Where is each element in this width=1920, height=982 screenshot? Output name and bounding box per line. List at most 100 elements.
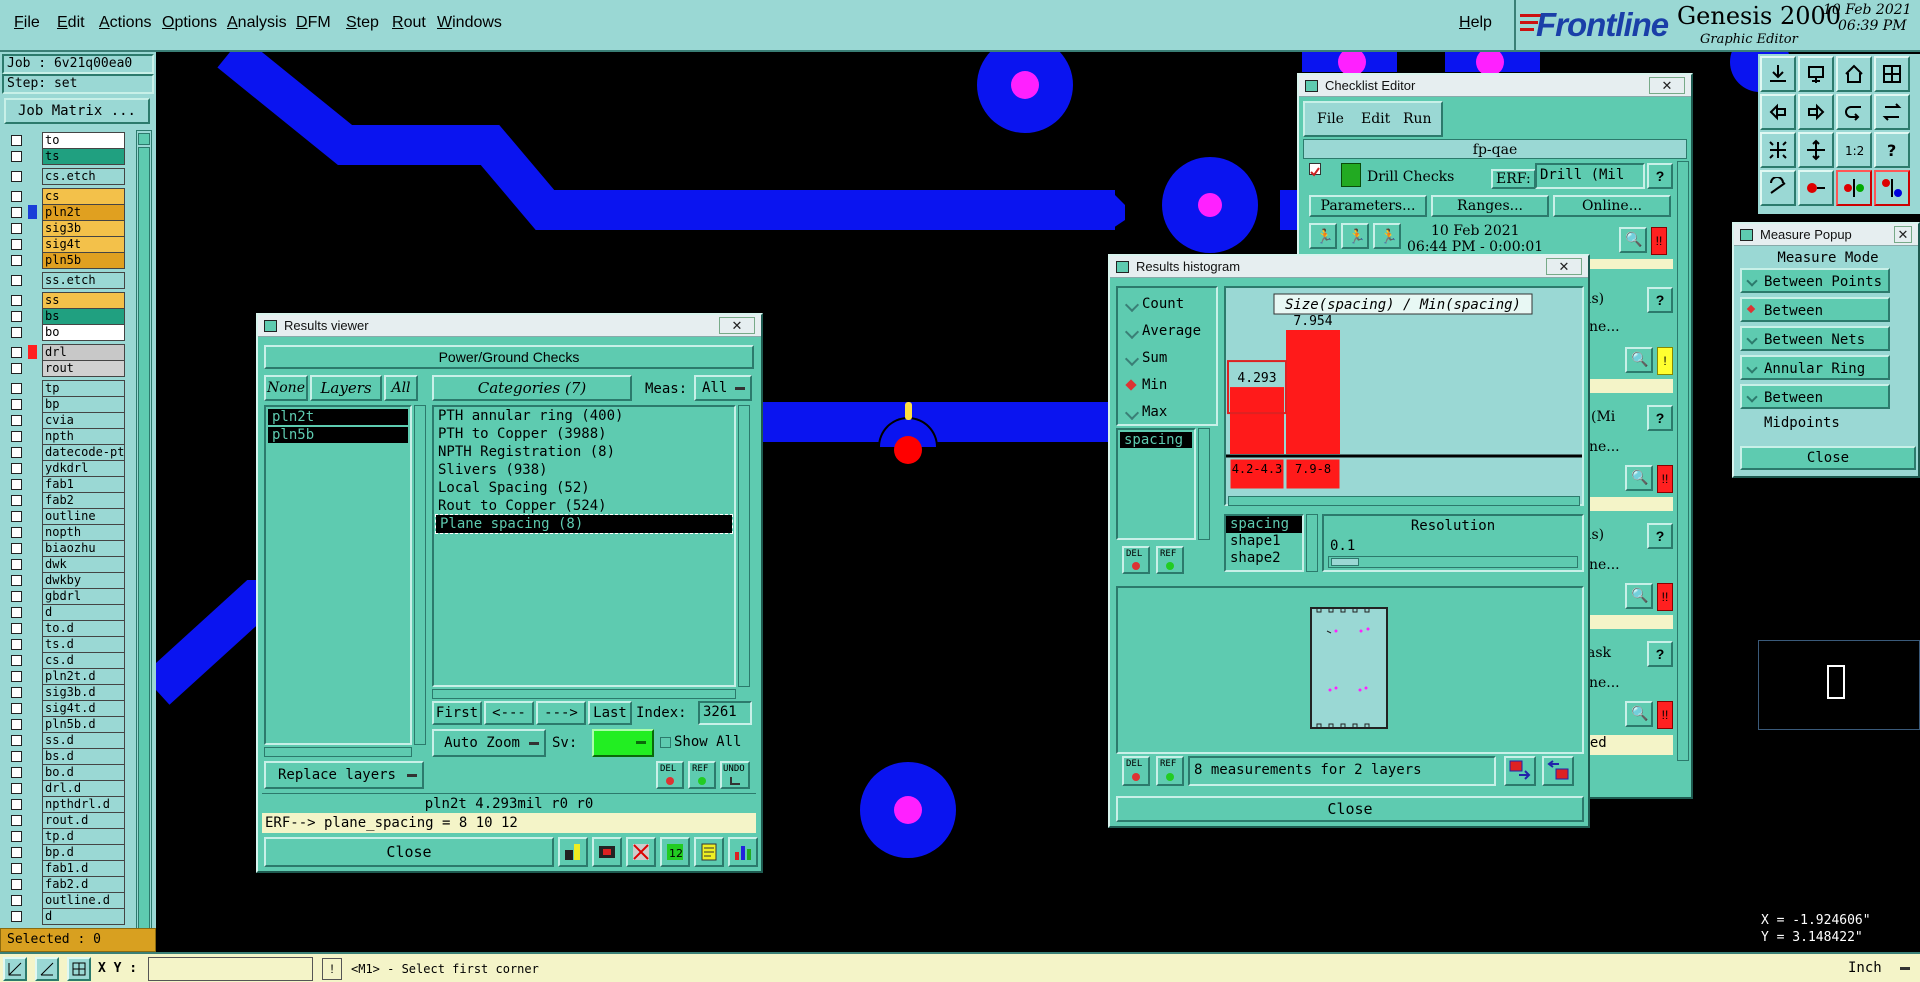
- histogram-button[interactable]: [728, 837, 758, 867]
- layer-list-item[interactable]: pln2t: [268, 409, 408, 425]
- resolution-slider[interactable]: [1328, 556, 1578, 568]
- export-view-button[interactable]: [1504, 756, 1536, 786]
- layer-display-swatch[interactable]: [28, 829, 37, 843]
- layer-row[interactable]: bp: [2, 396, 125, 413]
- measure-list-scrollbar[interactable]: [1198, 428, 1210, 540]
- zoom-result-button[interactable]: 🔍: [1619, 227, 1647, 253]
- last-button[interactable]: Last: [588, 701, 632, 725]
- layer-affected-checkbox[interactable]: [11, 671, 22, 682]
- category-list-item[interactable]: Slivers (938): [434, 461, 734, 479]
- layer-row[interactable]: biaozhu: [2, 540, 125, 557]
- categories-hscrollbar[interactable]: [432, 689, 736, 699]
- layer-row[interactable]: bs.d: [2, 748, 125, 765]
- layer-row[interactable]: npthdrl.d: [2, 796, 125, 813]
- layer-affected-checkbox[interactable]: [11, 431, 22, 442]
- category-list-item[interactable]: PTH annular ring (400): [434, 407, 734, 425]
- measure-mode-annular-ring[interactable]: Annular Ring: [1740, 355, 1890, 380]
- layer-row[interactable]: to.d: [2, 620, 125, 637]
- highlight-button[interactable]: [558, 837, 588, 867]
- tool-home-button[interactable]: [1836, 56, 1872, 92]
- mode-radio-average[interactable]: Average: [1124, 321, 1204, 341]
- menu-step[interactable]: Step: [346, 14, 379, 32]
- attribute-list-item[interactable]: shape2: [1226, 550, 1302, 567]
- layer-display-swatch[interactable]: [28, 573, 37, 587]
- layer-affected-checkbox[interactable]: [11, 363, 22, 374]
- close-icon[interactable]: ✕: [1894, 226, 1912, 243]
- layer-row[interactable]: sig3b.d: [2, 684, 125, 701]
- preview-del-button[interactable]: DEL: [1122, 756, 1150, 786]
- layer-display-swatch[interactable]: [28, 877, 37, 891]
- layer-row[interactable]: ss: [2, 292, 125, 309]
- category-list-item[interactable]: NPTH Registration (8): [434, 443, 734, 461]
- layer-affected-checkbox[interactable]: [11, 815, 22, 826]
- grid-tool-button[interactable]: [67, 957, 91, 981]
- layer-row[interactable]: to: [2, 132, 125, 149]
- zoom-result-button-5[interactable]: 🔍: [1625, 701, 1653, 727]
- tool-flip-button[interactable]: [1874, 94, 1910, 130]
- layer-display-swatch[interactable]: [28, 637, 37, 651]
- layer-display-swatch[interactable]: [28, 589, 37, 603]
- help-button-3[interactable]: ?: [1647, 405, 1673, 431]
- layer-affected-checkbox[interactable]: [11, 847, 22, 858]
- layer-row[interactable]: pln2t.d: [2, 668, 125, 685]
- layer-affected-checkbox[interactable]: [11, 463, 22, 474]
- layer-display-swatch[interactable]: [28, 273, 37, 287]
- layer-row[interactable]: cs.d: [2, 652, 125, 669]
- tool-right-button[interactable]: [1798, 94, 1834, 130]
- zoom-result-button-3[interactable]: 🔍: [1625, 465, 1653, 491]
- info-icon[interactable]: !: [322, 958, 342, 980]
- tool-left-button[interactable]: [1760, 94, 1796, 130]
- category-list-item[interactable]: Plane spacing (8): [435, 514, 733, 534]
- layer-row[interactable]: bp.d: [2, 844, 125, 861]
- layer-row[interactable]: sig4t: [2, 236, 125, 253]
- tool-measure-button[interactable]: [1760, 170, 1796, 206]
- menu-edit[interactable]: Edit: [57, 14, 85, 32]
- layer-row[interactable]: d: [2, 908, 125, 925]
- layer-display-swatch[interactable]: [28, 557, 37, 571]
- zoom-result-button-2[interactable]: 🔍: [1625, 347, 1653, 373]
- layer-affected-checkbox[interactable]: [11, 639, 22, 650]
- layer-affected-checkbox[interactable]: [11, 447, 22, 458]
- layer-affected-checkbox[interactable]: [11, 559, 22, 570]
- layer-display-swatch[interactable]: [28, 893, 37, 907]
- layer-affected-checkbox[interactable]: [11, 911, 22, 922]
- mode-radio-max[interactable]: Max: [1124, 402, 1204, 422]
- layer-affected-checkbox[interactable]: [11, 511, 22, 522]
- layer-row[interactable]: rout.d: [2, 812, 125, 829]
- layer-display-swatch[interactable]: [28, 701, 37, 715]
- layer-display-swatch[interactable]: [28, 429, 37, 443]
- layer-affected-checkbox[interactable]: [11, 191, 22, 202]
- layer-affected-checkbox[interactable]: [11, 171, 22, 182]
- help-button-4[interactable]: ?: [1647, 523, 1673, 549]
- layer-row[interactable]: d: [2, 604, 125, 621]
- results-close-button[interactable]: Close: [264, 837, 554, 867]
- layer-row[interactable]: outline.d: [2, 892, 125, 909]
- layer-row[interactable]: pln5b: [2, 252, 125, 269]
- layer-row[interactable]: pln5b.d: [2, 716, 125, 733]
- checklist-scrollbar[interactable]: [1677, 161, 1689, 761]
- layer-affected-checkbox[interactable]: [11, 863, 22, 874]
- layer-row[interactable]: ydkdrl: [2, 460, 125, 477]
- layer-affected-checkbox[interactable]: [11, 327, 22, 338]
- tool-import-button[interactable]: [1760, 56, 1796, 92]
- layer-row[interactable]: outline: [2, 508, 125, 525]
- layer-row[interactable]: bo.d: [2, 764, 125, 781]
- layer-affected-checkbox[interactable]: [11, 223, 22, 234]
- layer-display-swatch[interactable]: [28, 909, 37, 923]
- category-list-item[interactable]: Local Spacing (52): [434, 479, 734, 497]
- layer-affected-checkbox[interactable]: [11, 527, 22, 538]
- layer-row[interactable]: fab2.d: [2, 876, 125, 893]
- layer-display-swatch[interactable]: [28, 509, 37, 523]
- category-list-item[interactable]: Rout to Copper (524): [434, 497, 734, 515]
- measure-list-item[interactable]: spacing: [1120, 432, 1192, 448]
- layer-display-swatch[interactable]: [28, 237, 37, 251]
- measure-mode-between-nets[interactable]: Between Nets: [1740, 326, 1890, 351]
- tool-pan-button[interactable]: [1798, 132, 1834, 168]
- close-icon[interactable]: ✕: [1649, 77, 1685, 94]
- layer-affected-checkbox[interactable]: [11, 479, 22, 490]
- checklist-menu-file[interactable]: File: [1317, 111, 1344, 127]
- layer-display-swatch[interactable]: [28, 621, 37, 635]
- layer-affected-checkbox[interactable]: [11, 751, 22, 762]
- layer-row[interactable]: cs.etch: [2, 168, 125, 185]
- tool-scale-button[interactable]: 1:2: [1836, 132, 1872, 168]
